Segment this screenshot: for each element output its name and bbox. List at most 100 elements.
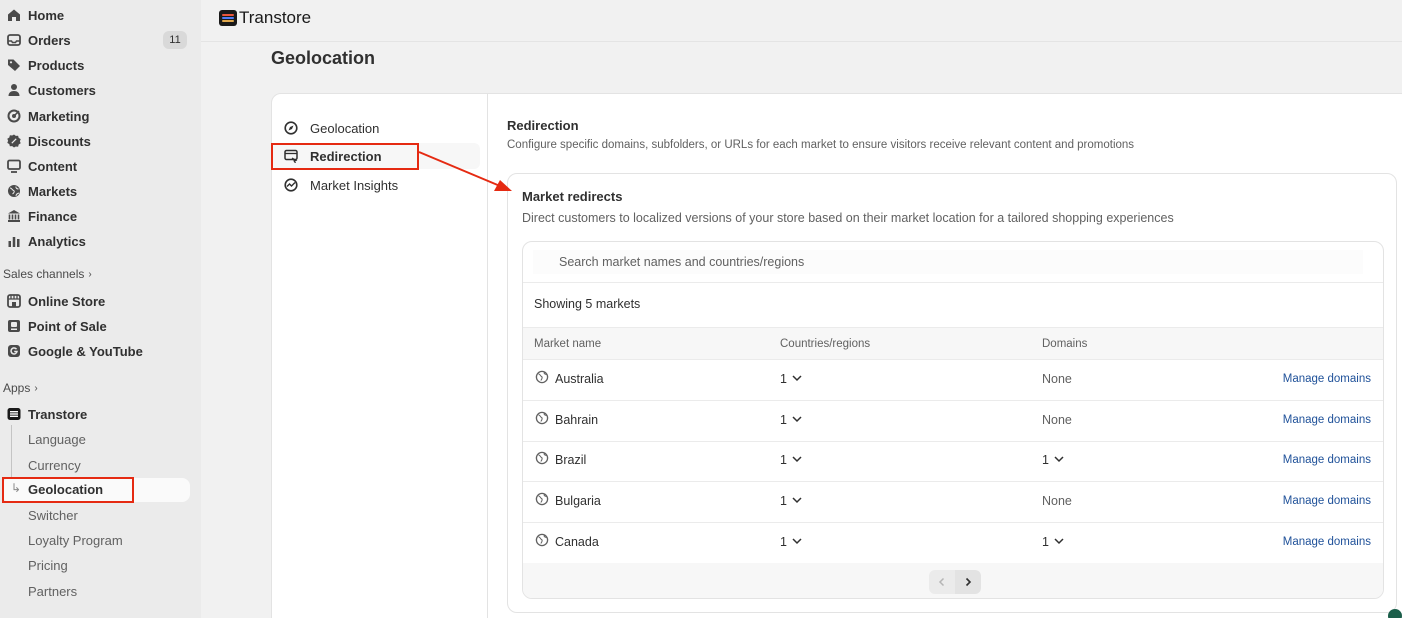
sidebar-item-label: Transtore — [28, 406, 88, 422]
pagination-bar — [523, 563, 1383, 598]
chevron-down-icon — [790, 372, 804, 386]
redirection-title: Redirection — [507, 118, 579, 133]
search-input[interactable] — [533, 250, 1363, 274]
sidebar-item-markets[interactable]: Markets — [0, 180, 190, 202]
sidebar-item-label: Finance — [28, 208, 78, 224]
sidebar-subitem-loyalty-program[interactable]: Loyalty Program — [28, 530, 123, 550]
countries-count: 1 — [780, 453, 787, 467]
sidebar-subitem-partners[interactable]: Partners — [28, 581, 77, 601]
chevron-right-icon: › — [88, 268, 92, 280]
countries-count: 1 — [780, 494, 787, 508]
compass-icon — [272, 121, 310, 135]
google-icon — [0, 344, 28, 358]
page-title: Geolocation — [271, 48, 376, 68]
chevron-down-icon — [790, 535, 804, 549]
home-icon — [0, 8, 28, 22]
sidebar-item-label: Markets — [28, 183, 78, 199]
market-name-cell: Canada — [535, 533, 599, 550]
store-icon — [0, 294, 28, 308]
sidebar-item-content[interactable]: Content — [0, 155, 190, 177]
table-row: Brazil 1 1 Manage domains — [523, 441, 1383, 482]
tab-market-insights[interactable]: Market Insights — [272, 172, 480, 198]
bank-icon — [0, 209, 28, 223]
settings-tabs: Geolocation Redirection Market Insights — [272, 94, 488, 618]
table-row: Bahrain 1 None Manage domains — [523, 401, 1383, 442]
domains-count: 1 — [1042, 535, 1049, 549]
manage-domains-link[interactable]: Manage domains — [1283, 414, 1371, 426]
search-row — [523, 242, 1383, 283]
sidebar-item-label: Home — [28, 7, 65, 23]
sidebar-item-home[interactable]: Home — [0, 4, 190, 26]
app-header: Transtore — [201, 0, 1402, 42]
globe-icon — [535, 492, 549, 509]
chevron-down-icon — [790, 413, 804, 427]
countries-dropdown[interactable]: 1 — [780, 494, 804, 508]
column-header-domains: Domains — [1042, 338, 1088, 350]
showing-count: Showing 5 markets — [534, 297, 641, 311]
previous-page-button[interactable] — [929, 570, 955, 594]
manage-domains-link[interactable]: Manage domains — [1283, 373, 1371, 385]
countries-dropdown[interactable]: 1 — [780, 535, 804, 549]
manage-domains-link[interactable]: Manage domains — [1283, 454, 1371, 466]
sidebar-item-google-youtube[interactable]: Google & YouTube — [0, 340, 190, 362]
sidebar-item-online-store[interactable]: Online Store — [0, 290, 190, 312]
transtore-app-icon — [0, 407, 28, 421]
sidebar-subitem-language[interactable]: Language — [28, 429, 86, 449]
sidebar-item-analytics[interactable]: Analytics — [0, 230, 190, 252]
column-header-countries: Countries/regions — [780, 338, 871, 350]
sidebar-item-label: Analytics — [28, 233, 86, 249]
domains-value: None — [1042, 494, 1072, 508]
market-name: Bahrain — [555, 412, 599, 427]
sidebar-subitem-switcher[interactable]: Switcher — [28, 505, 78, 525]
sidebar-subitem-pricing[interactable]: Pricing — [28, 555, 68, 575]
sidebar-item-products[interactable]: Products — [0, 54, 190, 76]
app-title: Transtore — [239, 8, 312, 27]
market-redirects-title: Market redirects — [522, 189, 623, 204]
apps-label: Apps — [3, 381, 31, 395]
sidebar-item-transtore[interactable]: Transtore — [0, 403, 190, 425]
sales-channels-header[interactable]: Sales channels › — [3, 267, 92, 281]
sidebar-item-label: Products — [28, 57, 85, 73]
sidebar: Home Orders 11 Products Customers Market… — [0, 0, 201, 618]
settings-card: Geolocation Redirection Market Insights … — [271, 93, 1402, 618]
countries-dropdown[interactable]: 1 — [780, 453, 804, 467]
globe-icon — [535, 370, 549, 387]
chevron-right-icon — [963, 575, 973, 590]
person-icon — [0, 83, 28, 97]
market-name: Australia — [555, 371, 604, 386]
tag-icon — [0, 58, 28, 72]
sidebar-item-label: Point of Sale — [28, 318, 107, 334]
sidebar-item-finance[interactable]: Finance — [0, 205, 190, 227]
countries-dropdown[interactable]: 1 — [780, 413, 804, 427]
pos-icon — [0, 319, 28, 333]
pagination — [929, 570, 981, 594]
highlight-box-redirection-tab — [271, 143, 419, 170]
domains-dropdown[interactable]: 1 — [1042, 535, 1066, 549]
market-redirects-description: Direct customers to localized versions o… — [522, 211, 1174, 225]
market-name-cell: Bulgaria — [535, 492, 601, 509]
sidebar-item-orders[interactable]: Orders 11 — [0, 29, 190, 51]
manage-domains-link[interactable]: Manage domains — [1283, 495, 1371, 507]
insights-icon — [272, 178, 310, 192]
manage-domains-link[interactable]: Manage domains — [1283, 536, 1371, 548]
domains-count: 1 — [1042, 453, 1049, 467]
domains-value: None — [1042, 372, 1072, 386]
next-page-button[interactable] — [955, 570, 981, 594]
sidebar-item-point-of-sale[interactable]: Point of Sale — [0, 315, 190, 337]
sidebar-item-label: Customers — [28, 82, 96, 98]
sidebar-subitem-currency[interactable]: Currency — [28, 455, 81, 475]
countries-dropdown[interactable]: 1 — [780, 372, 804, 386]
table-row: Canada 1 1 Manage domains — [523, 523, 1383, 564]
globe-icon — [535, 451, 549, 468]
sidebar-item-label: Google & YouTube — [28, 343, 143, 359]
target-icon — [0, 109, 28, 123]
bar-chart-icon — [0, 234, 28, 248]
sidebar-item-marketing[interactable]: Marketing — [0, 105, 190, 127]
apps-header[interactable]: Apps › — [3, 381, 38, 395]
markets-table: Showing 5 markets Market name Countries/… — [522, 241, 1384, 599]
tab-geolocation[interactable]: Geolocation — [272, 115, 480, 141]
sidebar-item-label: Content — [28, 158, 78, 174]
sidebar-item-customers[interactable]: Customers — [0, 79, 190, 101]
sidebar-item-discounts[interactable]: Discounts — [0, 130, 190, 152]
domains-dropdown[interactable]: 1 — [1042, 453, 1066, 467]
